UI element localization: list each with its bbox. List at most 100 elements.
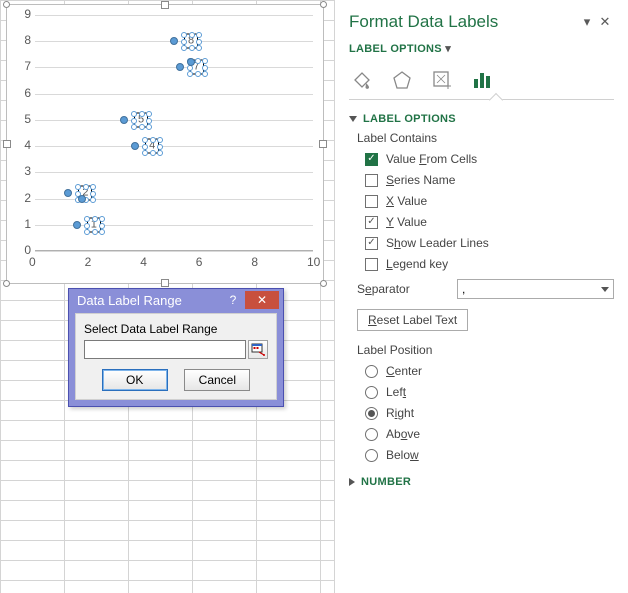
- label-selection-handle[interactable]: [157, 144, 163, 150]
- label-selection-handle[interactable]: [99, 216, 105, 222]
- pane-menu-button[interactable]: ▾: [578, 14, 596, 30]
- label-selection-handle[interactable]: [90, 197, 96, 203]
- data-point[interactable]: [131, 142, 139, 150]
- cancel-button-label: Cancel: [199, 373, 236, 387]
- chart-resize-handle[interactable]: [161, 279, 169, 287]
- data-label-range-dialog[interactable]: Data Label Range ? ✕ Select Data Label R…: [68, 288, 284, 407]
- dialog-close-button[interactable]: ✕: [245, 291, 279, 309]
- label-options-section-header[interactable]: LABEL OPTIONS: [349, 113, 614, 125]
- label-selection-handle[interactable]: [202, 58, 208, 64]
- checkbox-icon: [365, 174, 378, 187]
- label-selection-handle[interactable]: [84, 223, 90, 229]
- chart-resize-handle[interactable]: [3, 140, 11, 148]
- gridline: [35, 120, 313, 121]
- label-selection-handle[interactable]: [142, 150, 148, 156]
- effects-tab[interactable]: [391, 69, 413, 91]
- label-selection-handle[interactable]: [99, 229, 105, 235]
- label-selection-handle[interactable]: [146, 111, 152, 117]
- pane-close-button[interactable]: ✕: [596, 14, 614, 30]
- label-selection-handle[interactable]: [84, 229, 90, 235]
- pane-subtitle[interactable]: LABEL OPTIONS ▾: [349, 42, 614, 55]
- label-selection-handle[interactable]: [157, 137, 163, 143]
- position-below-radio[interactable]: Below: [365, 448, 614, 462]
- chart-resize-handle[interactable]: [3, 1, 10, 8]
- section-title: LABEL OPTIONS: [363, 113, 456, 125]
- data-point[interactable]: [78, 195, 86, 203]
- checkbox-icon: [365, 258, 378, 271]
- y-tick-label: 3: [11, 164, 31, 178]
- label-selection-handle[interactable]: [84, 216, 90, 222]
- label-selection-handle[interactable]: [157, 150, 163, 156]
- label-selection-handle[interactable]: [90, 191, 96, 197]
- x-tick-label: 0: [29, 255, 36, 269]
- data-point[interactable]: [120, 116, 128, 124]
- gridline: [35, 15, 313, 16]
- label-selection-handle[interactable]: [139, 111, 145, 117]
- series-name-checkbox[interactable]: Series Name: [365, 173, 614, 187]
- label-selection-handle[interactable]: [146, 118, 152, 124]
- label-selection-handle[interactable]: [131, 124, 137, 130]
- label-selection-handle[interactable]: [196, 45, 202, 51]
- position-left-radio[interactable]: Left: [365, 385, 614, 399]
- separator-combo[interactable]: ,: [457, 279, 614, 299]
- paint-bucket-icon: [351, 69, 373, 91]
- chart-resize-handle[interactable]: [3, 280, 10, 287]
- ok-button-label: OK: [126, 373, 143, 387]
- label-selection-handle[interactable]: [92, 216, 98, 222]
- dialog-titlebar[interactable]: Data Label Range ? ✕: [69, 289, 283, 313]
- refedit-icon: [251, 343, 265, 356]
- chart-resize-handle[interactable]: [320, 280, 327, 287]
- number-section-header[interactable]: NUMBER: [349, 476, 614, 488]
- chart-resize-handle[interactable]: [161, 1, 169, 9]
- cancel-button[interactable]: Cancel: [184, 369, 250, 391]
- data-point[interactable]: [176, 63, 184, 71]
- position-right-radio[interactable]: Right: [365, 406, 614, 420]
- y-tick-label: 0: [11, 243, 31, 257]
- value-from-cells-checkbox[interactable]: Value From Cells: [365, 152, 614, 166]
- data-point[interactable]: [64, 189, 72, 197]
- legend-key-checkbox[interactable]: Legend key: [365, 257, 614, 271]
- label-selection-handle[interactable]: [99, 223, 105, 229]
- label-selection-handle[interactable]: [139, 124, 145, 130]
- label-selection-handle[interactable]: [196, 32, 202, 38]
- fill-line-tab[interactable]: [351, 69, 373, 91]
- show-leader-lines-checkbox[interactable]: Show Leader Lines: [365, 236, 614, 250]
- label-selection-handle[interactable]: [187, 71, 193, 77]
- label-selection-handle[interactable]: [131, 118, 137, 124]
- y-tick-label: 4: [11, 138, 31, 152]
- position-above-radio[interactable]: Above: [365, 427, 614, 441]
- label-options-tab[interactable]: [471, 69, 493, 91]
- reset-label-text-button[interactable]: Reset Label Text: [357, 309, 468, 331]
- label-selection-handle[interactable]: [150, 150, 156, 156]
- radio-icon: [365, 365, 378, 378]
- data-point[interactable]: [187, 58, 195, 66]
- data-point[interactable]: [170, 37, 178, 45]
- dialog-prompt: Select Data Label Range: [84, 322, 268, 336]
- plot-area[interactable]: 01234567890246810124578: [35, 15, 313, 251]
- label-selection-handle[interactable]: [146, 124, 152, 130]
- radio-icon: [365, 386, 378, 399]
- pane-title: Format Data Labels: [349, 12, 578, 32]
- chart-resize-handle[interactable]: [320, 1, 327, 8]
- ok-button[interactable]: OK: [102, 369, 168, 391]
- dialog-help-button[interactable]: ?: [222, 291, 244, 309]
- label-selection-handle[interactable]: [181, 45, 187, 51]
- label-selection-handle[interactable]: [196, 39, 202, 45]
- label-selection-handle[interactable]: [189, 45, 195, 51]
- chart-object[interactable]: 01234567890246810124578: [6, 4, 324, 284]
- label-selection-handle[interactable]: [195, 71, 201, 77]
- x-tick-label: 10: [307, 255, 320, 269]
- chart-resize-handle[interactable]: [319, 140, 327, 148]
- data-point[interactable]: [73, 221, 81, 229]
- pane-subtitle-text: LABEL OPTIONS: [349, 43, 442, 55]
- range-input[interactable]: [84, 340, 246, 359]
- label-selection-handle[interactable]: [90, 184, 96, 190]
- label-selection-handle[interactable]: [202, 71, 208, 77]
- size-properties-tab[interactable]: [431, 69, 453, 91]
- x-value-checkbox[interactable]: X Value: [365, 194, 614, 208]
- position-center-radio[interactable]: Center: [365, 364, 614, 378]
- label-selection-handle[interactable]: [92, 229, 98, 235]
- collapse-dialog-button[interactable]: [248, 340, 268, 359]
- y-value-checkbox[interactable]: Y Value: [365, 215, 614, 229]
- label-selection-handle[interactable]: [131, 111, 137, 117]
